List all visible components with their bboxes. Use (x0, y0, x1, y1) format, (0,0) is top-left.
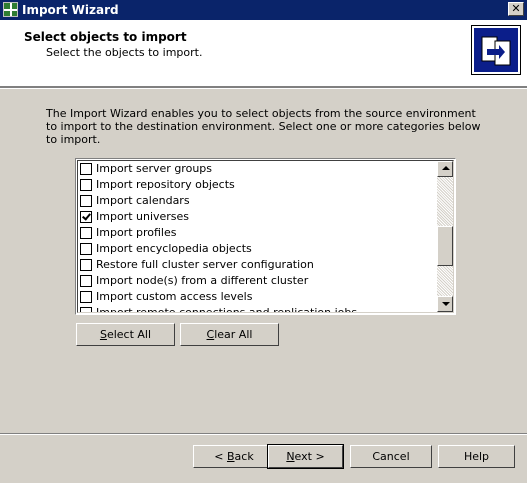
footer-separator (0, 433, 527, 435)
import-wizard-icon (471, 25, 521, 75)
item-checkbox[interactable] (80, 243, 92, 255)
item-checkbox[interactable] (80, 275, 92, 287)
list-item[interactable]: Import server groups (80, 161, 440, 177)
item-checkbox[interactable] (80, 195, 92, 207)
item-label: Import profiles (96, 226, 177, 239)
item-label: Import encyclopedia objects (96, 242, 252, 255)
item-label: Import custom access levels (96, 290, 253, 303)
item-label: Import repository objects (96, 178, 235, 191)
app-icon (3, 2, 18, 17)
list-item[interactable]: Import custom access levels (80, 289, 440, 305)
item-label: Restore full cluster server configuratio… (96, 258, 314, 271)
back-button[interactable]: < Back (193, 445, 275, 468)
item-checkbox[interactable] (80, 179, 92, 191)
item-label: Import calendars (96, 194, 190, 207)
next-mnemonic: N (286, 450, 295, 463)
next-button[interactable]: Next > (267, 444, 344, 469)
list-item[interactable]: Import profiles (80, 225, 440, 241)
item-checkbox[interactable] (80, 163, 92, 175)
back-label: ack (234, 450, 254, 463)
list-item[interactable]: Import encyclopedia objects (80, 241, 440, 257)
select-all-mnemonic: S (99, 328, 107, 341)
list-item[interactable]: Import node(s) from a different cluster (80, 273, 440, 289)
cancel-button[interactable]: Cancel (350, 445, 432, 468)
item-checkbox[interactable] (80, 259, 92, 271)
close-icon: ✕ (511, 2, 521, 15)
list-item[interactable]: Import repository objects (80, 177, 440, 193)
item-label: Import node(s) from a different cluster (96, 274, 309, 287)
list-item[interactable]: Import remote connections and replicatio… (80, 305, 440, 313)
scroll-thumb[interactable] (437, 226, 453, 266)
back-mnemonic: B (227, 450, 235, 463)
list-item[interactable]: Import calendars (80, 193, 440, 209)
header-separator (0, 87, 527, 89)
list-scrollbar[interactable] (437, 161, 453, 312)
scroll-down-button[interactable] (437, 296, 453, 312)
select-all-button[interactable]: Select All (76, 323, 175, 346)
title-bar: Import Wizard ✕ (0, 0, 527, 20)
item-label: Import server groups (96, 162, 212, 175)
arrow-down-icon (442, 302, 450, 306)
item-checkbox[interactable] (80, 227, 92, 239)
clear-all-button[interactable]: Clear All (180, 323, 279, 346)
close-button[interactable]: ✕ (508, 2, 524, 16)
intro-text: The Import Wizard enables you to select … (46, 107, 481, 146)
item-checkbox[interactable] (80, 211, 92, 223)
step-heading: Select objects to import (24, 30, 187, 44)
item-label: Import remote connections and replicatio… (96, 306, 358, 313)
arrow-up-icon (442, 166, 450, 170)
window-title: Import Wizard (22, 3, 119, 17)
select-all-label: elect All (106, 328, 152, 341)
wizard-header: Select objects to import Select the obje… (0, 20, 527, 87)
help-button[interactable]: Help (438, 445, 515, 468)
scroll-up-button[interactable] (437, 161, 453, 177)
clear-all-label: lear All (214, 328, 253, 341)
item-checkbox[interactable] (80, 291, 92, 303)
next-label: ext > (294, 450, 325, 463)
scroll-track[interactable] (437, 177, 453, 296)
item-checkbox[interactable] (80, 307, 92, 312)
import-categories-list[interactable]: Import server groups Import repository ob… (75, 158, 456, 315)
list-item[interactable]: Restore full cluster server configuratio… (80, 257, 440, 273)
item-label: Import universes (96, 210, 190, 223)
list-item[interactable]: Import universes (80, 209, 440, 225)
step-subheading: Select the objects to import. (46, 46, 203, 59)
back-prefix: < (214, 450, 227, 463)
